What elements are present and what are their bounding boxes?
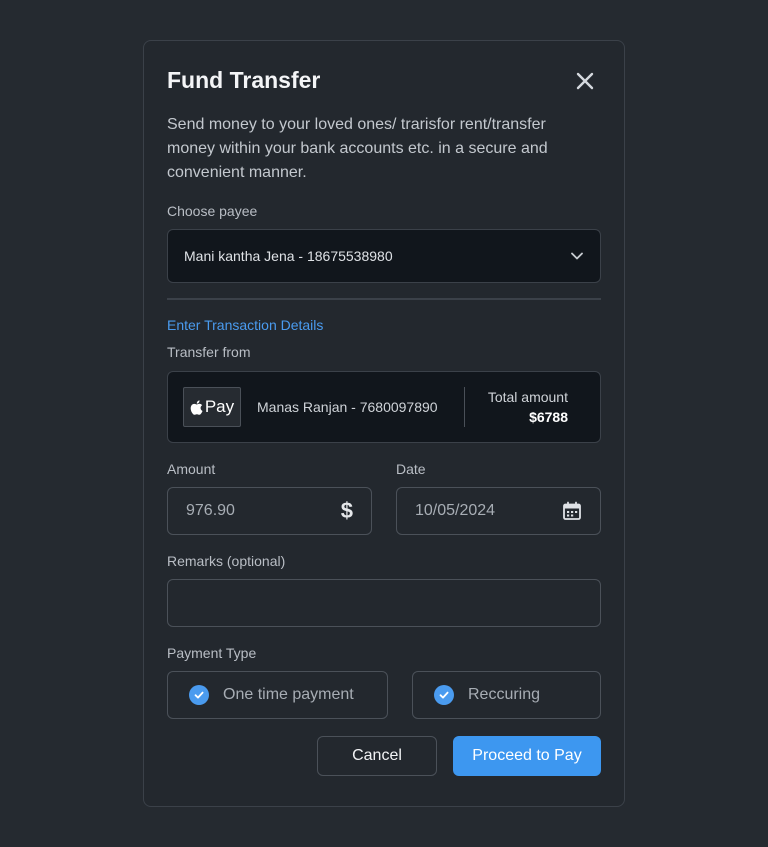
remarks-input[interactable]	[167, 579, 601, 627]
calendar-icon	[563, 501, 581, 520]
apple-icon	[190, 399, 203, 415]
vertical-divider	[464, 387, 465, 427]
date-value: 10/05/2024	[415, 502, 496, 519]
amount-label: Amount	[167, 461, 216, 477]
remarks-label: Remarks (optional)	[167, 553, 286, 569]
close-icon	[576, 72, 594, 90]
check-circle-icon	[434, 685, 454, 705]
amount-value: 976.90	[186, 502, 235, 519]
cancel-button[interactable]: Cancel	[317, 736, 437, 776]
section-title: Enter Transaction Details	[167, 317, 324, 333]
payee-selected-value: Mani kantha Jena - 18675538980	[184, 248, 393, 264]
payment-option-recurring[interactable]: Reccuring	[412, 671, 601, 719]
chevron-down-icon	[571, 252, 583, 260]
apple-pay-text: Pay	[204, 397, 235, 416]
modal-description: Send money to your loved ones/ trarisfor…	[167, 116, 548, 181]
close-button[interactable]	[572, 68, 598, 94]
proceed-to-pay-button[interactable]: Proceed to Pay	[453, 736, 601, 776]
payment-type-label: Payment Type	[167, 645, 257, 661]
dollar-icon: $	[340, 498, 353, 523]
date-input[interactable]: 10/05/2024	[396, 487, 601, 535]
payment-option-label: Reccuring	[468, 686, 541, 703]
source-account: Manas Ranjan - 7680097890	[257, 399, 438, 415]
fund-transfer-modal: Fund Transfer Send money to your loved o…	[143, 40, 625, 807]
transfer-from-label: Transfer from	[167, 344, 251, 360]
total-amount-value: $6788	[529, 409, 568, 425]
total-amount-label: Total amount	[487, 389, 568, 405]
check-circle-icon	[189, 685, 209, 705]
date-label: Date	[396, 461, 426, 477]
apple-pay-logo: Pay	[183, 387, 241, 427]
payment-option-label: One time payment	[223, 686, 354, 703]
payee-label: Choose payee	[167, 203, 258, 219]
payee-select[interactable]: Mani kantha Jena - 18675538980	[167, 229, 601, 283]
amount-input[interactable]: 976.90 $	[167, 487, 372, 535]
divider	[167, 298, 601, 300]
modal-title: Fund Transfer	[167, 67, 321, 93]
transfer-from-card[interactable]: Pay Manas Ranjan - 7680097890 Total amou…	[167, 371, 601, 443]
payment-option-one-time[interactable]: One time payment	[167, 671, 388, 719]
